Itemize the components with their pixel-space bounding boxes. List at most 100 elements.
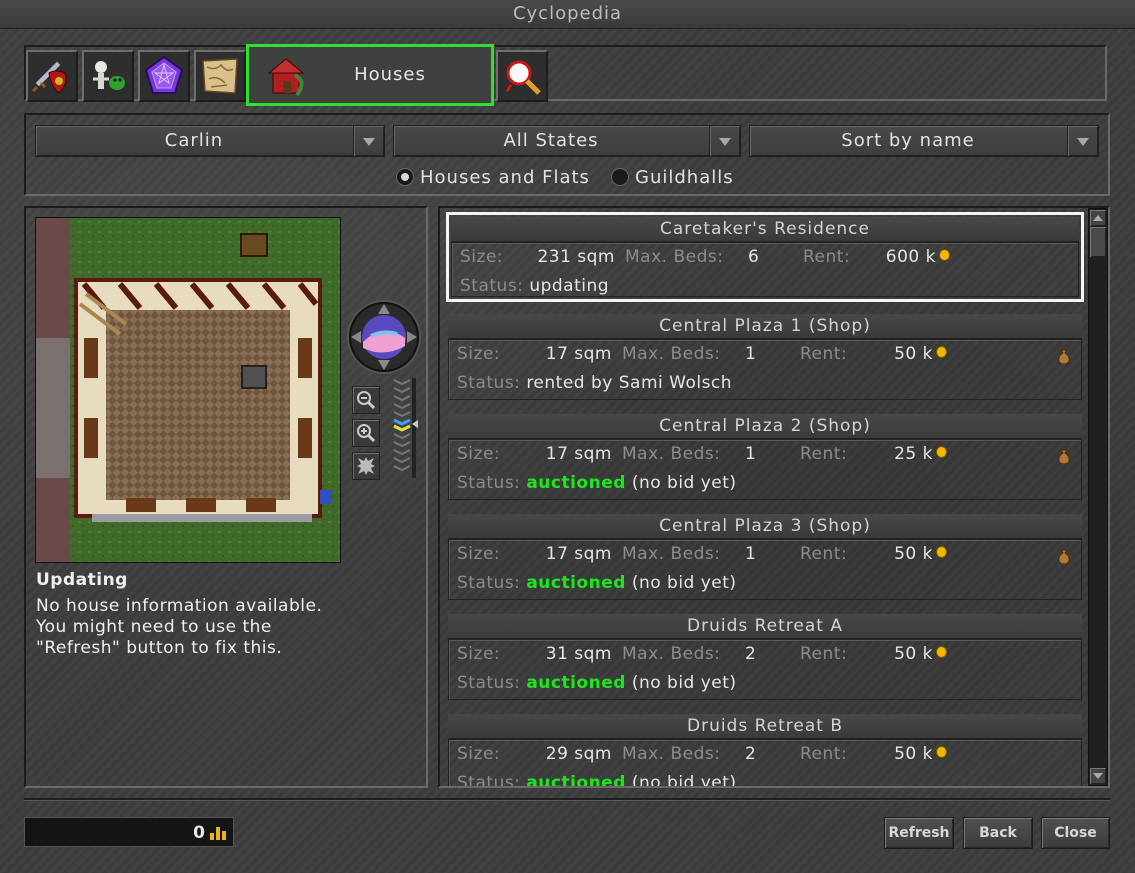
chevron-up-icon <box>1093 215 1103 221</box>
beds-label: Max. Beds: <box>622 344 721 364</box>
house-status: (no bid yet) <box>631 773 737 788</box>
house-name: Caretaker's Residence <box>451 217 1079 242</box>
size-label: Size: <box>457 544 501 564</box>
size-label: Size: <box>457 344 501 364</box>
status-label: Status: <box>457 473 521 493</box>
tab-map[interactable] <box>194 50 246 102</box>
tab-strip: Houses <box>24 44 1107 106</box>
chevron-down-icon[interactable] <box>1067 126 1098 156</box>
house-beds: 1 <box>745 544 757 564</box>
status-auctioned: auctioned <box>526 773 626 788</box>
gold-coin-icon <box>936 446 947 458</box>
size-label: Size: <box>457 444 501 464</box>
tab-creatures[interactable] <box>82 50 134 102</box>
gold-balance: 0 <box>24 817 234 847</box>
sort-dropdown[interactable]: Sort by name <box>749 125 1099 157</box>
rent-label: Rent: <box>800 444 848 464</box>
floor-level-slider[interactable] <box>390 376 420 480</box>
money-bag-icon <box>1058 549 1070 564</box>
house-size: 17 sqm <box>545 344 612 364</box>
town-dropdown-value: Carlin <box>164 130 224 151</box>
status-label: Status: <box>457 773 521 788</box>
gold-coin-icon <box>936 346 947 358</box>
house-card[interactable]: Central Plaza 1 (Shop) Size: 17 sqm Max.… <box>446 312 1084 402</box>
scroll-thumb[interactable] <box>1090 227 1106 257</box>
status-auctioned: auctioned <box>526 573 626 593</box>
footer-divider <box>24 798 1110 801</box>
house-name: Central Plaza 1 (Shop) <box>448 314 1082 339</box>
gold-coin-icon <box>936 746 947 758</box>
house-card[interactable]: Druids Retreat A Size: 31 sqm Max. Beds:… <box>446 612 1084 702</box>
close-button[interactable]: Close <box>1041 817 1110 849</box>
size-label: Size: <box>457 744 501 764</box>
tab-spells[interactable] <box>138 50 190 102</box>
radio-houses-label: Houses and Flats <box>420 166 590 188</box>
back-button[interactable]: Back <box>963 817 1033 849</box>
skeleton-monster-icon <box>93 61 125 90</box>
window-title: Cyclopedia <box>0 0 1135 29</box>
radio-guildhalls[interactable]: Guildhalls <box>611 165 734 189</box>
preview-status-title: Updating <box>36 570 128 590</box>
tab-search[interactable] <box>496 50 548 102</box>
beds-label: Max. Beds: <box>622 744 721 764</box>
house-status: updating <box>529 276 610 296</box>
status-auctioned: auctioned <box>526 673 626 693</box>
house-status: (no bid yet) <box>631 473 737 493</box>
house-size: 29 sqm <box>545 744 612 764</box>
compass-icon <box>351 304 417 370</box>
center-map-button[interactable] <box>352 452 380 480</box>
state-dropdown[interactable]: All States <box>393 125 741 157</box>
scroll-up-button[interactable] <box>1090 210 1106 226</box>
house-rent: 50 k <box>894 544 933 564</box>
chevron-down-icon[interactable] <box>709 126 740 156</box>
tab-items[interactable] <box>26 50 78 102</box>
house-rent: 50 k <box>894 744 933 764</box>
gold-coin-icon <box>939 249 950 261</box>
radio-guildhalls-label: Guildhalls <box>635 166 734 188</box>
house-beds: 2 <box>745 644 757 664</box>
zoom-out-button[interactable] <box>352 386 380 414</box>
zoom-in-button[interactable] <box>352 419 380 447</box>
chevron-down-icon[interactable] <box>353 126 384 156</box>
radio-dot-selected[interactable] <box>396 168 414 186</box>
house-minimap[interactable] <box>35 217 341 563</box>
tab-houses[interactable]: Houses <box>246 44 494 106</box>
gold-coin-icon <box>936 546 947 558</box>
preview-status-message: No house information available. You migh… <box>36 596 323 658</box>
status-label: Status: <box>457 673 521 693</box>
beds-label: Max. Beds: <box>625 247 724 267</box>
parchment-map-icon <box>202 58 238 94</box>
house-rent: 600 k <box>885 247 936 267</box>
zoom-out-icon <box>357 391 376 410</box>
rent-label: Rent: <box>800 544 848 564</box>
status-auctioned: auctioned <box>526 473 626 493</box>
status-label: Status: <box>457 573 521 593</box>
house-card[interactable]: Druids Retreat B Size: 29 sqm Max. Beds:… <box>446 712 1084 788</box>
beds-label: Max. Beds: <box>622 644 721 664</box>
house-name: Central Plaza 3 (Shop) <box>448 514 1082 539</box>
house-card[interactable]: Caretaker's Residence Size: 231 sqm Max.… <box>446 212 1084 302</box>
radio-houses-and-flats[interactable]: Houses and Flats <box>396 165 590 189</box>
house-beds: 6 <box>748 247 760 267</box>
magnifier-icon <box>505 60 541 95</box>
compass-rose[interactable] <box>349 302 419 372</box>
house-status: rented by Sami Wolsch <box>526 373 733 393</box>
refresh-button[interactable]: Refresh <box>884 817 954 849</box>
rent-label: Rent: <box>803 247 851 267</box>
house-card[interactable]: Central Plaza 3 (Shop) Size: 17 sqm Max.… <box>446 512 1084 602</box>
radio-dot[interactable] <box>611 168 629 186</box>
beds-label: Max. Beds: <box>622 444 721 464</box>
house-size: 31 sqm <box>545 644 612 664</box>
house-list-scrollbar[interactable] <box>1088 208 1108 786</box>
size-label: Size: <box>460 247 504 267</box>
town-dropdown[interactable]: Carlin <box>35 125 385 157</box>
gold-stack-icon <box>210 827 226 840</box>
house-rent: 50 k <box>894 344 933 364</box>
house-card[interactable]: Central Plaza 2 (Shop) Size: 17 sqm Max.… <box>446 412 1084 502</box>
sword-shield-icon <box>31 60 67 94</box>
scroll-down-button[interactable] <box>1090 768 1106 784</box>
house-status: (no bid yet) <box>631 573 737 593</box>
floor-level-ladder-icon <box>393 378 418 478</box>
rent-label: Rent: <box>800 344 848 364</box>
money-bag-icon <box>1058 349 1070 364</box>
